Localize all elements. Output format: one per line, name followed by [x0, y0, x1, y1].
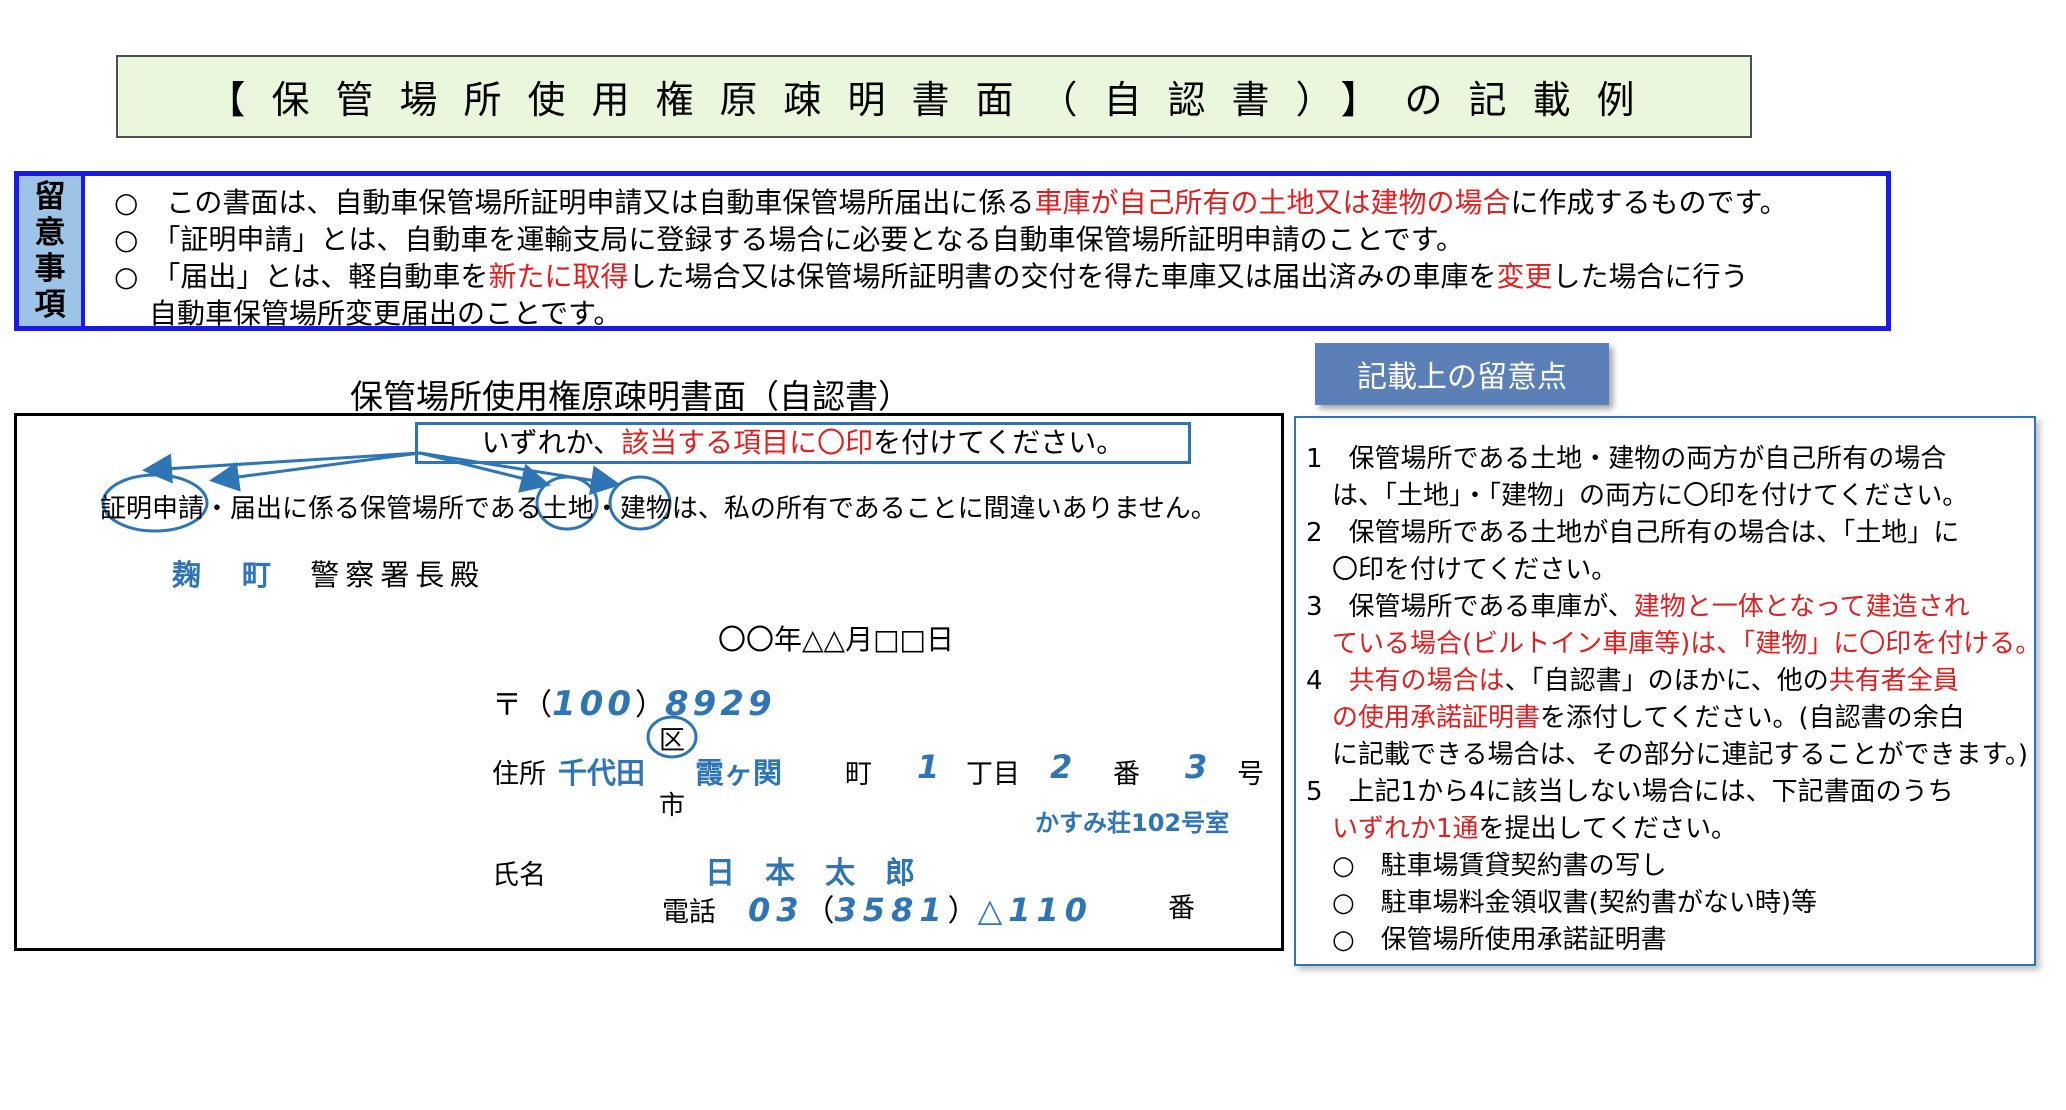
side-note-text: を添付してください。(自認書の余白	[1540, 703, 1965, 733]
side-note-text: 4	[1306, 666, 1349, 696]
ownership-statement: 証明申請・届出に係る保管場所である土地・建物は、私の所有であることに間違いありま…	[100, 488, 1217, 525]
option-shomei[interactable]: 証明申請	[100, 494, 204, 524]
statement-text: は、私の所有であることに間違いありません。	[671, 494, 1217, 524]
phone-paren: （	[804, 894, 835, 929]
side-note-text: 3 保管場所である車庫が、	[1306, 592, 1634, 622]
side-note-highlight: いずれか1通	[1306, 814, 1479, 844]
side-note-highlight: 共有者全員	[1828, 666, 1959, 696]
phone: 電話 03（3581）△110	[662, 886, 1093, 930]
side-note-text: 、「自認書」のほかに、他の	[1504, 666, 1829, 696]
postal-label: 〒（	[492, 688, 552, 723]
arrow-to-todoke	[209, 451, 421, 492]
phone-last: △110	[977, 891, 1093, 929]
side-note-highlight: 共有の場合は	[1348, 666, 1505, 696]
arrow-to-shomei	[142, 451, 421, 484]
phone-mid: 3581	[834, 891, 948, 929]
side-note-highlight: の使用承諾証明書	[1306, 703, 1541, 733]
side-note-line: いずれか1通を提出してください。	[1306, 808, 1737, 845]
address-go: 号	[1237, 759, 1264, 790]
option-tochi[interactable]: 土地	[542, 494, 594, 524]
side-note-line: は、「土地」・「建物」の両方に〇印を付けてください。	[1306, 481, 1969, 511]
side-notes-header: 記載上の留意点	[1315, 343, 1609, 405]
addressee: 麹 町 警察署長殿	[172, 552, 485, 594]
arrow-to-tatemono	[419, 451, 621, 496]
side-note-line: ○ 駐車場賃貸契約書の写し	[1306, 851, 1667, 881]
postal-first: 100	[552, 684, 635, 724]
address-city: 千代田	[558, 756, 646, 790]
side-note-highlight: 建物と一体となって建造され	[1633, 592, 1970, 622]
side-note-line: に記載できる場合は、その部分に連記することができます。)	[1306, 740, 2029, 770]
separator: ・	[593, 494, 620, 524]
side-note-line: 2 保管場所である土地が自己所有の場合は、「土地」に	[1306, 518, 1960, 548]
police-station-name: 麹 町	[172, 558, 278, 592]
address-label: 住所	[492, 759, 546, 790]
side-note-line: ○ 駐車場料金領収書(契約書がない時)等	[1306, 888, 1817, 918]
city-kanji: 市	[659, 791, 686, 821]
phone-area: 03	[748, 891, 805, 929]
side-note-line: 1 保管場所である土地・建物の両方が自己所有の場合	[1306, 444, 1947, 474]
side-note-line: 〇印を付けてください。	[1306, 555, 1618, 585]
address-chome: 丁目	[966, 759, 1020, 790]
ward-kanji: 区	[659, 726, 686, 756]
police-station-suffix: 警察署長殿	[310, 558, 486, 592]
side-note-line: 4 共有の場合は、「自認書」のほかに、他の共有者全員	[1306, 660, 1959, 697]
option-tatemono[interactable]: 建物	[620, 494, 672, 524]
address-building: かすみ荘102号室	[1035, 809, 1230, 837]
address-ban-num: 2	[1050, 748, 1073, 786]
phone-paren: ）	[947, 894, 978, 929]
side-note-line: ている場合(ビルトイン車庫等)は、「建物」に〇印を付ける。	[1306, 629, 2042, 659]
postal-code: 〒（100）8929	[492, 680, 776, 724]
side-note-line: 5 上記1から4に該当しない場合には、下記書面のうち	[1306, 777, 1954, 807]
address-town: 霞ヶ関	[695, 756, 783, 790]
postal-close: ）	[634, 688, 665, 723]
address-chome-num: 1	[917, 748, 940, 786]
phone-label: 電話	[662, 897, 716, 928]
name-label: 氏名	[492, 860, 546, 891]
side-note-line: の使用承諾証明書を添付してください。(自認書の余白	[1306, 697, 1965, 734]
postal-second: 8929	[664, 684, 776, 724]
side-note-line: 3 保管場所である車庫が、建物と一体となって建造され	[1306, 586, 1970, 623]
side-note-line: ○ 保管場所使用承諾証明書	[1306, 925, 1667, 955]
address-machi: 町	[845, 759, 872, 790]
side-note-text: を提出してください。	[1478, 814, 1737, 844]
address-ban: 番	[1113, 759, 1140, 790]
separator: ・	[204, 494, 231, 524]
address-go-num: 3	[1185, 748, 1208, 786]
phone-suffix: 番	[1168, 893, 1195, 924]
option-todoke: 届出に係る保管場所である	[230, 494, 542, 524]
date: 〇〇年△△月□□日	[718, 623, 954, 656]
